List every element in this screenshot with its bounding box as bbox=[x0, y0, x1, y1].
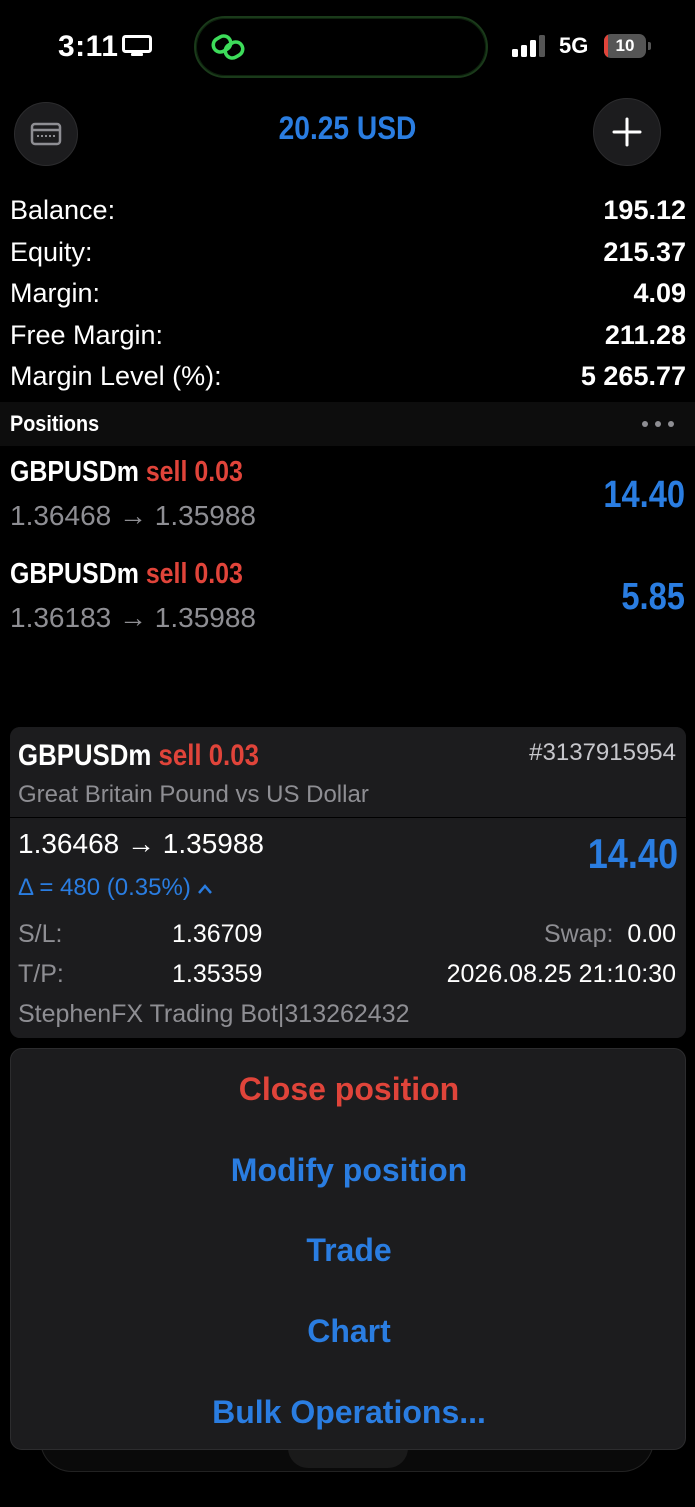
chart-button[interactable]: Chart bbox=[11, 1291, 687, 1371]
detail-body: 1.36468 → 1.35988 Δ = 480 (0.35%) 14.40 … bbox=[10, 817, 686, 1038]
position-side: sell 0.03 bbox=[145, 558, 243, 590]
close-position-button[interactable]: Close position bbox=[11, 1049, 687, 1129]
detail-ticket: #3137915954 bbox=[529, 739, 676, 766]
position-profit: 14.40 bbox=[603, 474, 685, 516]
summary-value: 211.28 bbox=[604, 319, 686, 350]
detail-side: sell 0.03 bbox=[158, 739, 259, 772]
new-order-button[interactable] bbox=[593, 98, 661, 166]
dynamic-island[interactable] bbox=[194, 16, 488, 78]
link-icon bbox=[211, 34, 245, 60]
position-row[interactable]: GBPUSDm sell 0.03 1.36183 → 1.35988 5.85 bbox=[0, 558, 695, 658]
tp-value: 1.35359 bbox=[172, 960, 263, 988]
summary-row-margin-level: Margin Level (%): 5 265.77 bbox=[10, 356, 686, 398]
position-detail-card: GBPUSDm sell 0.03 #3137915954 Great Brit… bbox=[10, 727, 686, 1038]
bulk-operations-button[interactable]: Bulk Operations... bbox=[11, 1372, 687, 1452]
battery-icon: 10 bbox=[604, 34, 651, 58]
chevron-up-icon bbox=[198, 883, 213, 894]
position-symbol: GBPUSDm sell 0.03 bbox=[10, 456, 243, 488]
summary-row-equity: Equity: 215.37 bbox=[10, 232, 686, 274]
position-comment: StephenFX Trading Bot|313262432 bbox=[18, 1000, 410, 1028]
modify-position-button[interactable]: Modify position bbox=[11, 1130, 687, 1210]
positions-section-header: Positions bbox=[0, 402, 695, 446]
network-type: 5G bbox=[559, 33, 589, 58]
sl-value: 1.36709 bbox=[172, 920, 263, 948]
positions-title: Positions bbox=[10, 411, 100, 436]
swap-label: Swap: bbox=[543, 920, 614, 948]
page-title: 20.25 USD bbox=[278, 110, 417, 146]
position-row[interactable]: GBPUSDm sell 0.03 1.36468 → 1.35988 14.4… bbox=[0, 456, 695, 556]
position-prices: 1.36468 → 1.35988 bbox=[10, 500, 256, 531]
detail-profit: 14.40 bbox=[587, 830, 678, 877]
summary-label: Margin Level (%): bbox=[10, 361, 222, 392]
detail-header: GBPUSDm sell 0.03 #3137915954 Great Brit… bbox=[10, 727, 686, 817]
position-profit: 5.85 bbox=[621, 576, 685, 618]
more-options-icon[interactable] bbox=[640, 416, 676, 432]
summary-row-balance: Balance: 195.12 bbox=[10, 190, 686, 232]
summary-label: Equity: bbox=[10, 236, 93, 267]
summary-value: 5 265.77 bbox=[580, 361, 686, 392]
open-time: 2026.08.25 21:10:30 bbox=[446, 960, 676, 988]
detail-delta: Δ = 480 (0.35%) bbox=[18, 874, 213, 902]
detail-symbol: GBPUSDm sell 0.03 bbox=[18, 739, 259, 772]
summary-value: 215.37 bbox=[603, 236, 686, 267]
summary-label: Margin: bbox=[10, 278, 101, 309]
account-summary: Balance: 195.12 Equity: 215.37 Margin: 4… bbox=[10, 190, 686, 398]
summary-label: Free Margin: bbox=[10, 319, 164, 350]
sl-label: S/L: bbox=[18, 920, 63, 948]
cellular-signal-icon bbox=[512, 35, 545, 57]
action-sheet: Close position Modify position Trade Cha… bbox=[10, 1048, 686, 1450]
status-bar: 3:11 5G 10 bbox=[0, 0, 695, 90]
summary-row-free-margin: Free Margin: 211.28 bbox=[10, 315, 686, 357]
summary-value: 4.09 bbox=[633, 278, 686, 309]
summary-value: 195.12 bbox=[603, 195, 686, 226]
summary-label: Balance: bbox=[10, 195, 116, 226]
detail-prices: 1.36468 → 1.35988 bbox=[18, 828, 264, 859]
position-prices: 1.36183 → 1.35988 bbox=[10, 602, 256, 633]
position-side: sell 0.03 bbox=[145, 456, 243, 488]
tp-label: T/P: bbox=[18, 960, 64, 988]
screen-mirroring-icon bbox=[122, 35, 152, 56]
swap-value: 0.00 bbox=[627, 920, 676, 948]
position-symbol: GBPUSDm sell 0.03 bbox=[10, 558, 243, 590]
status-time: 3:11 bbox=[58, 30, 119, 63]
swap-info: Swap: 0.00 bbox=[544, 920, 676, 949]
summary-row-margin: Margin: 4.09 bbox=[10, 273, 686, 315]
trade-button[interactable]: Trade bbox=[11, 1210, 687, 1290]
plus-icon bbox=[612, 117, 642, 147]
battery-level: 10 bbox=[615, 36, 635, 55]
detail-description: Great Britain Pound vs US Dollar bbox=[18, 781, 369, 808]
